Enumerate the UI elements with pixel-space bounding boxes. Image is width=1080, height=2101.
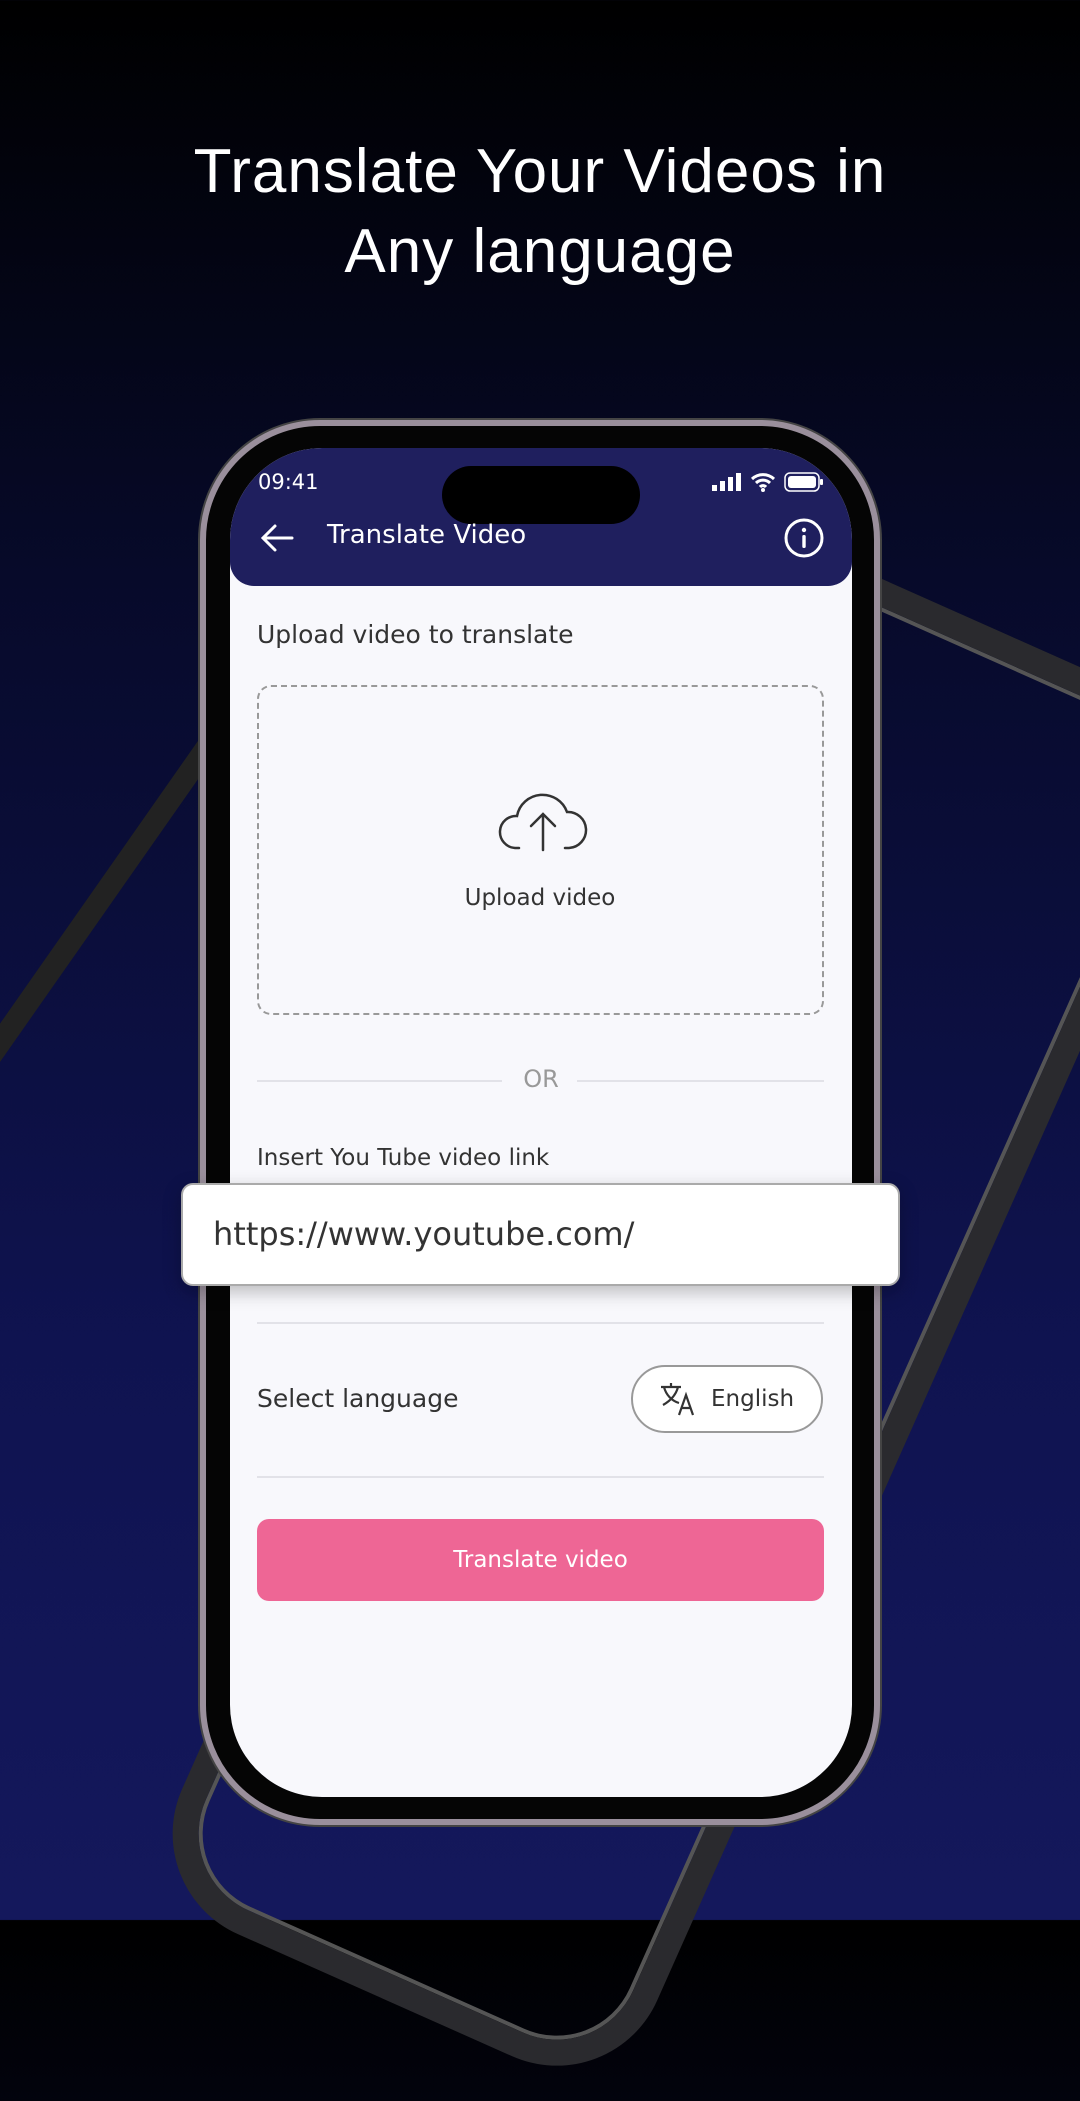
youtube-url-field[interactable] [181, 1183, 900, 1286]
translate-icon [661, 1383, 695, 1416]
headline: Translate Your Videos in Any language [0, 132, 1080, 292]
youtube-link-label: Insert You Tube video link [257, 1145, 550, 1171]
divider [257, 1476, 824, 1478]
upload-dropzone[interactable]: Upload video [257, 685, 824, 1015]
divider [257, 1322, 824, 1324]
battery-icon [784, 472, 823, 492]
or-divider-left [257, 1080, 502, 1082]
status-time: 09:41 [258, 470, 319, 494]
back-arrow-icon[interactable] [260, 523, 294, 553]
upload-video-label: Upload video [464, 885, 616, 911]
headline-line-2: Any language [344, 217, 736, 286]
or-label: OR [523, 1065, 559, 1093]
or-divider-right [577, 1080, 824, 1082]
wifi-icon [750, 473, 776, 492]
selected-language: English [711, 1386, 795, 1412]
status-icons [712, 472, 824, 492]
app-header: 09:41 Translate Video [230, 448, 852, 586]
cloud-upload-icon [498, 793, 588, 852]
headline-line-1: Translate Your Videos in [193, 137, 887, 206]
translate-video-button[interactable]: Translate video [257, 1519, 824, 1601]
page-title: Translate Video [327, 520, 527, 550]
phone-screen: 09:41 Translate Video Upload video to tr… [230, 448, 852, 1797]
dynamic-island [442, 466, 640, 524]
select-language-label: Select language [257, 1384, 459, 1413]
upload-section-label: Upload video to translate [257, 620, 574, 649]
language-selector[interactable]: English [631, 1365, 823, 1433]
info-icon[interactable] [783, 517, 825, 559]
youtube-url-input[interactable] [213, 1215, 853, 1253]
signal-icon [712, 473, 741, 491]
